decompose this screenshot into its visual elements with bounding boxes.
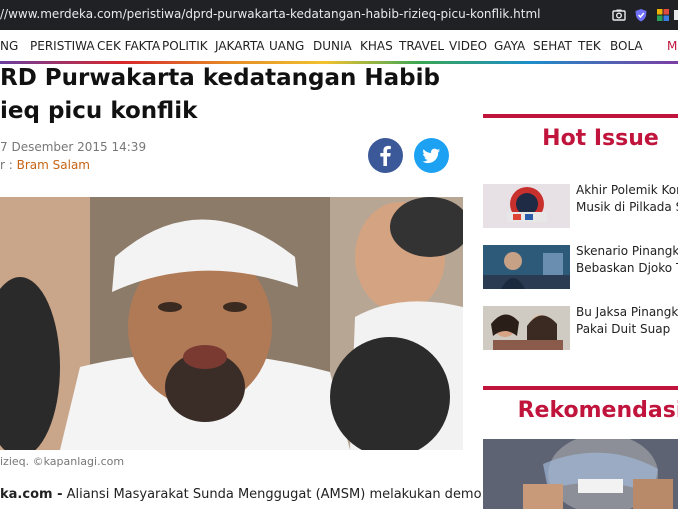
browser-address-bar: //www.merdeka.com/peristiwa/dprd-purwaka… [0, 0, 678, 30]
rekomendasi-thumbnail[interactable] [483, 439, 678, 509]
shield-extension-icon[interactable] [634, 8, 648, 22]
hot-issue-line: Pakai Duit Suap [576, 322, 671, 336]
hot-issue-item[interactable]: Akhir Polemik Konse Musik di Pilkada Ser [483, 183, 678, 230]
nav-item-uang[interactable]: UANG [269, 39, 304, 53]
nav-item-travel[interactable]: TRAVEL [399, 39, 444, 53]
nav-item-tek[interactable]: TEK [578, 39, 601, 53]
article-date: 7 Desember 2015 14:39 [0, 140, 147, 154]
puzzle-icon[interactable] [674, 8, 678, 22]
article-photo [0, 197, 463, 450]
hot-issue-thumbnail [483, 245, 570, 289]
twitter-share-button[interactable] [414, 138, 449, 173]
hot-issue-item[interactable]: Bu Jaksa Pinangki B Pakai Duit Suap [483, 305, 678, 352]
nav-item-peristiwa[interactable]: PERISTIWA [30, 39, 95, 53]
hot-issue-thumbnail [483, 184, 570, 228]
nav-item-bola[interactable]: BOLA [610, 39, 643, 53]
rekomendasi-title: Rekomendasi [517, 398, 678, 423]
author-link[interactable]: Bram Salam [17, 158, 90, 172]
twitter-icon [422, 148, 440, 164]
article-lead: ka.com - Aliansi Masyarakat Sunda Menggu… [0, 487, 501, 502]
hot-issue-title: Hot Issue [542, 126, 659, 151]
article-title: RD Purwakarta kedatangan Habib ieq picu … [0, 62, 460, 128]
nav-item-more[interactable]: MO [667, 39, 678, 53]
screenshot-icon[interactable] [612, 8, 626, 22]
category-nav: NG PERISTIWA CEK FAKTA POLITIK JAKARTA U… [0, 30, 678, 64]
article-photo-illustration [0, 197, 463, 450]
byline-prefix: r : [0, 158, 17, 172]
article-title-line-1: RD Purwakarta kedatangan Habib [0, 65, 440, 91]
nav-item-khas[interactable]: KHAS [360, 39, 393, 53]
hot-issue-line: Musik di Pilkada Ser [576, 200, 678, 214]
facebook-icon [380, 145, 391, 166]
nav-item-jakarta[interactable]: JAKARTA [215, 39, 264, 53]
facebook-share-button[interactable] [368, 138, 403, 173]
article-title-line-2: ieq picu konflik [0, 98, 198, 124]
nav-item-video[interactable]: VIDEO [449, 39, 487, 53]
article-byline: r : Bram Salam [0, 158, 90, 172]
lead-source: ka.com - [0, 487, 63, 502]
rekomendasi-rule [483, 386, 678, 390]
nav-item-gaya[interactable]: GAYA [494, 39, 525, 53]
hot-issue-line: Bebaskan Djoko Tja [576, 261, 678, 275]
hot-issue-thumbnail [483, 306, 570, 350]
lead-text: Aliansi Masyarakat Sunda Menggugat (AMSM… [62, 487, 501, 502]
nav-item-cek-fakta[interactable]: CEK FAKTA [97, 39, 160, 53]
hot-issue-rule [483, 114, 678, 118]
extension-icon[interactable] [656, 8, 670, 22]
hot-issue-item[interactable]: Skenario Pinangki Bebaskan Djoko Tja [483, 244, 678, 291]
nav-item-dunia[interactable]: DUNIA [313, 39, 352, 53]
url-field[interactable]: //www.merdeka.com/peristiwa/dprd-purwaka… [0, 7, 541, 21]
nav-item[interactable]: NG [0, 39, 18, 53]
nav-item-politik[interactable]: POLITIK [162, 39, 208, 53]
hot-issue-line: Skenario Pinangki [576, 244, 678, 258]
hot-issue-line: Akhir Polemik Konse [576, 183, 678, 197]
hot-issue-line: Bu Jaksa Pinangki B [576, 305, 678, 319]
photo-caption: izieq. ©kapanlagi.com [0, 455, 125, 468]
nav-item-sehat[interactable]: SEHAT [533, 39, 572, 53]
